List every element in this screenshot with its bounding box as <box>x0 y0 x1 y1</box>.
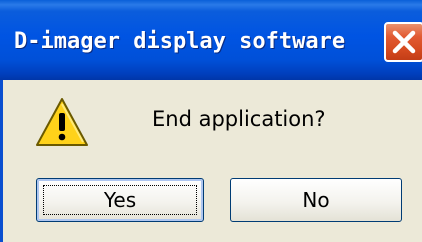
close-button[interactable] <box>384 22 422 62</box>
yes-button[interactable]: Yes <box>36 178 204 222</box>
window-title: D-imager display software <box>14 29 346 54</box>
warning-icon <box>36 98 88 146</box>
close-icon <box>392 30 416 54</box>
no-button-label: No <box>302 188 330 212</box>
message-dialog: D-imager display software End applicatio… <box>0 0 422 242</box>
no-button[interactable]: No <box>230 178 402 222</box>
title-bar[interactable]: D-imager display software <box>0 0 422 80</box>
window-border <box>0 80 3 242</box>
dialog-message: End application? <box>152 107 326 131</box>
yes-button-label: Yes <box>103 188 137 212</box>
